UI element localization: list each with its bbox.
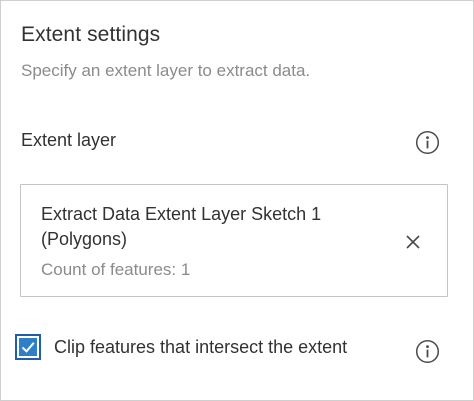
extent-settings-panel: Extent settings Specify an extent layer …: [0, 0, 474, 401]
clip-features-checkbox[interactable]: [15, 334, 41, 360]
extent-layer-label: Extent layer: [21, 130, 117, 150]
remove-layer-button[interactable]: [402, 231, 424, 253]
info-icon[interactable]: [414, 129, 440, 155]
selected-extent-layer-card: Extract Data Extent Layer Sketch 1 (Poly…: [20, 184, 448, 297]
section-title: Extent settings: [21, 23, 161, 46]
close-icon: [406, 235, 420, 249]
extent-layer-name: Extract Data Extent Layer Sketch 1 (Poly…: [41, 204, 322, 249]
checkmark-icon: [19, 338, 37, 356]
clip-features-option: Clip features that intersect the extent: [15, 334, 347, 360]
clip-features-label: Clip features that intersect the extent: [54, 336, 348, 357]
feature-count: Count of features: 1: [41, 260, 191, 279]
info-icon[interactable]: [414, 338, 440, 364]
section-description: Specify an extent layer to extract data.: [21, 61, 311, 80]
